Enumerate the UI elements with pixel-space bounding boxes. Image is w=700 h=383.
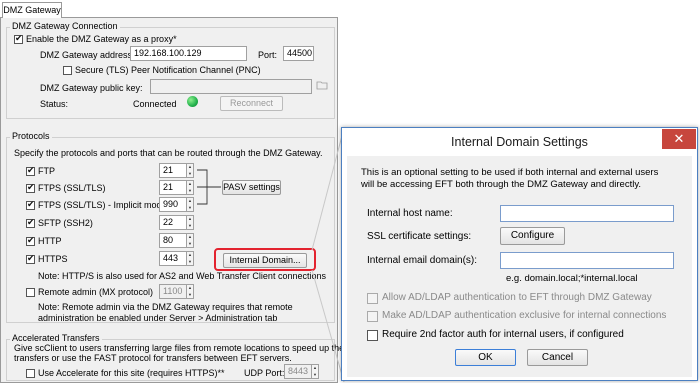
folder-icon[interactable] [316, 79, 328, 93]
reconnect-button[interactable]: Reconnect [220, 96, 283, 111]
udp-port-label: UDP Port: [244, 368, 285, 378]
enable-dmz-checkbox[interactable] [14, 33, 23, 44]
sftp-label: SFTP (SSH2) [38, 218, 93, 228]
ftps-port-stepper[interactable] [187, 180, 194, 195]
status-value: Connected [133, 99, 177, 109]
enable-dmz-label: Enable the DMZ Gateway as a proxy* [26, 34, 177, 44]
make-ad-exclusive-checkbox[interactable] [367, 311, 378, 322]
dmz-address-input[interactable]: 192.168.100.129 [130, 46, 247, 61]
sftp-checkbox[interactable] [26, 217, 35, 228]
require-2fa-checkbox[interactable] [367, 330, 378, 341]
close-icon[interactable]: ✕ [662, 129, 696, 149]
ftps-port-input[interactable]: 21 [159, 180, 187, 195]
status-indicator-icon [187, 96, 198, 107]
pasv-settings-button[interactable]: PASV settings [222, 180, 281, 195]
https-note: Note: HTTP/S is also used for AS2 and We… [38, 271, 326, 281]
require-2fa-label: Require 2nd factor auth for internal use… [382, 329, 624, 340]
protocols-title: Protocols [10, 131, 52, 141]
allow-ad-checkbox[interactable] [367, 293, 378, 304]
dmz-address-label: DMZ Gateway address: [40, 50, 135, 60]
ok-button[interactable]: OK [455, 349, 516, 366]
internal-domain-dialog: Internal Domain Settings ✕ This is an op… [341, 127, 698, 381]
http-checkbox[interactable] [26, 235, 35, 246]
internal-domain-button[interactable]: Internal Domain... [223, 253, 307, 268]
dialog-body: This is an optional setting to be used i… [347, 156, 692, 377]
remote-admin-checkbox[interactable] [26, 288, 35, 297]
sftp-port-stepper[interactable] [187, 215, 194, 230]
status-label: Status: [40, 99, 69, 109]
remote-admin-port-stepper[interactable] [187, 284, 194, 299]
use-accelerate-checkbox[interactable] [26, 369, 35, 378]
http-port-input[interactable]: 80 [159, 233, 187, 248]
https-port-stepper[interactable] [187, 251, 194, 266]
tab-dmz-gateway[interactable]: DMZ Gateway [2, 2, 62, 18]
secure-pnc-label: Secure (TLS) Peer Notification Channel (… [75, 65, 261, 75]
ftps-implicit-port-stepper[interactable] [187, 197, 194, 212]
ftps-implicit-label: FTPS (SSL/TLS) - Implicit mode [38, 200, 167, 210]
port-input[interactable]: 44500 [283, 46, 314, 61]
public-key-input[interactable] [150, 79, 312, 94]
https-port-input[interactable]: 443 [159, 251, 187, 266]
ftps-label: FTPS (SSL/TLS) [38, 183, 106, 193]
ftps-implicit-checkbox[interactable] [26, 199, 35, 210]
http-port-stepper[interactable] [187, 233, 194, 248]
dialog-intro-line2: will be accessing EFT both through the D… [361, 179, 642, 190]
public-key-label: DMZ Gateway public key: [40, 83, 143, 93]
ftp-checkbox[interactable] [26, 165, 35, 176]
email-domain-input[interactable] [500, 252, 674, 269]
http-label: HTTP [38, 236, 62, 246]
remote-admin-port-input[interactable]: 1100 [159, 284, 187, 299]
dmz-connection-title: DMZ Gateway Connection [10, 21, 120, 31]
allow-ad-label: Allow AD/LDAP authentication to EFT thro… [382, 292, 652, 303]
remote-note-line1: Note: Remote admin via the DMZ Gateway r… [38, 302, 293, 312]
ssl-cert-label: SSL certificate settings: [367, 231, 472, 242]
cancel-button[interactable]: Cancel [527, 349, 588, 366]
remote-note-line2: administration be enabled under Server >… [38, 313, 278, 323]
secure-pnc-checkbox[interactable] [63, 66, 72, 75]
email-domain-label: Internal email domain(s): [367, 255, 478, 266]
accelerated-title: Accelerated Transfers [10, 333, 102, 343]
configure-button[interactable]: Configure [500, 227, 565, 245]
port-label: Port: [258, 50, 278, 60]
ftp-label: FTP [38, 166, 55, 176]
protocols-description: Specify the protocols and ports that can… [14, 148, 323, 158]
accelerated-desc-1: Give scClient to users transferring larg… [14, 343, 350, 353]
ftp-port-input[interactable]: 21 [159, 163, 187, 178]
https-checkbox[interactable] [26, 253, 35, 264]
make-ad-exclusive-label: Make AD/LDAP authentication exclusive fo… [382, 310, 667, 321]
ftps-checkbox[interactable] [26, 182, 35, 193]
accelerated-desc-2: transfers or use the FAST protocol for t… [14, 353, 292, 363]
dialog-title: Internal Domain Settings [451, 135, 588, 149]
email-domain-hint: e.g. domain.local;*internal.local [506, 273, 638, 284]
remote-admin-label: Remote admin (MX protocol) [38, 287, 154, 297]
use-accelerate-label: Use Accelerate for this site (requires H… [38, 368, 225, 378]
dialog-intro-line1: This is an optional setting to be used i… [361, 167, 659, 178]
ftp-port-stepper[interactable] [187, 163, 194, 178]
ftps-implicit-port-input[interactable]: 990 [159, 197, 187, 212]
pasv-bracket [197, 169, 221, 205]
host-name-label: Internal host name: [367, 208, 453, 219]
https-label: HTTPS [38, 254, 68, 264]
sftp-port-input[interactable]: 22 [159, 215, 187, 230]
host-name-input[interactable] [500, 205, 674, 222]
